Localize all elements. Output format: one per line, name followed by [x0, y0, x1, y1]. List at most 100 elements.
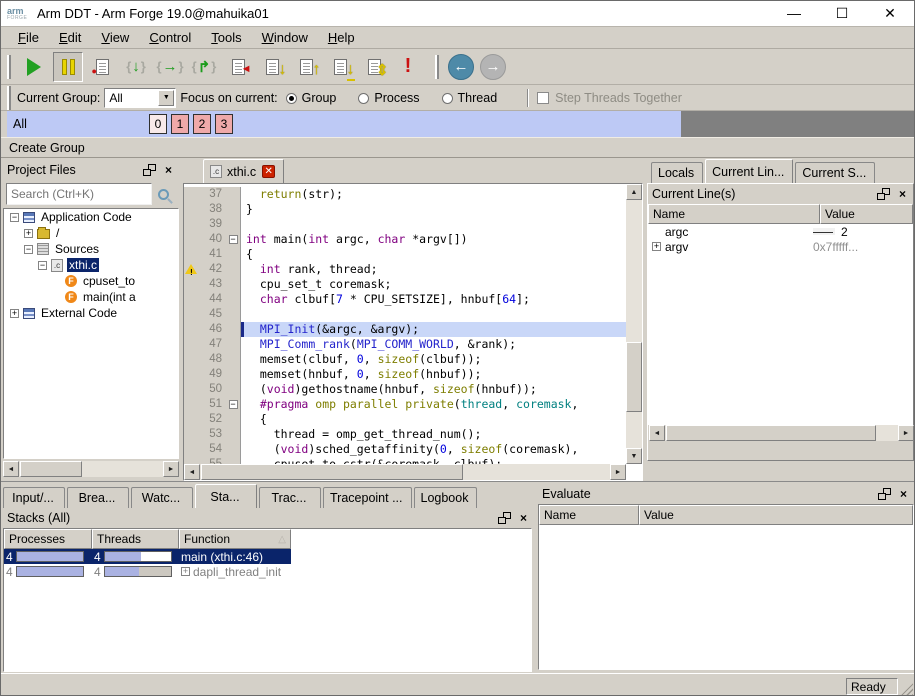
- menu-tools[interactable]: Tools: [202, 28, 250, 47]
- step-over-button[interactable]: {→}: [155, 52, 185, 82]
- close-panel-icon[interactable]: ×: [896, 188, 909, 201]
- back-button[interactable]: ←: [448, 54, 474, 80]
- menu-edit[interactable]: Edit: [50, 28, 90, 47]
- scrollbar-thumb[interactable]: [201, 464, 463, 480]
- tree-item-main-int-a[interactable]: Fmain(int a: [4, 289, 178, 305]
- evaluate-table[interactable]: NameValue: [538, 504, 914, 670]
- column-header-function[interactable]: Function△: [179, 529, 291, 549]
- scroll-left-icon[interactable]: ◄: [184, 464, 200, 480]
- tab-trac-[interactable]: Trac...: [259, 487, 321, 508]
- close-button[interactable]: ✕: [880, 5, 900, 22]
- process-box-1[interactable]: 1: [171, 114, 189, 134]
- collapse-icon[interactable]: −: [24, 245, 33, 254]
- float-panel-icon[interactable]: [143, 164, 156, 176]
- editor-hscrollbar[interactable]: ◄ ►: [184, 464, 626, 480]
- scroll-right-icon[interactable]: ►: [163, 461, 179, 477]
- tab-input-[interactable]: Input/...: [3, 487, 65, 508]
- code-line-40[interactable]: 40−int main(int argc, char *argv[]): [184, 232, 626, 247]
- tab-current-s-[interactable]: Current S...: [795, 162, 875, 183]
- scroll-up-icon[interactable]: ▲: [626, 184, 642, 200]
- fold-collapse-icon[interactable]: −: [229, 400, 238, 409]
- search-icon[interactable]: [158, 189, 169, 200]
- group-all-row[interactable]: All 0123: [7, 111, 681, 137]
- run-to-line-button[interactable]: ◄: [223, 52, 253, 82]
- float-panel-icon[interactable]: [877, 188, 890, 200]
- tree-item--[interactable]: +/: [4, 225, 178, 241]
- tab-watc-[interactable]: Watc...: [131, 487, 193, 508]
- close-panel-icon[interactable]: ×: [897, 488, 910, 501]
- tab-xthi-c[interactable]: .c xthi.c ✕: [203, 159, 284, 183]
- menu-view[interactable]: View: [92, 28, 138, 47]
- menu-window[interactable]: Window: [253, 28, 317, 47]
- scrollbar-thumb[interactable]: [20, 461, 82, 477]
- radio-thread[interactable]: Thread: [442, 91, 498, 105]
- expand-icon[interactable]: +: [10, 309, 19, 318]
- tab-locals[interactable]: Locals: [651, 162, 703, 183]
- code-line-48[interactable]: 48 memset(clbuf, 0, sizeof(clbuf));: [184, 352, 626, 367]
- scroll-right-icon[interactable]: ►: [610, 464, 626, 480]
- code-line-52[interactable]: 52 {: [184, 412, 626, 427]
- add-breakpoint-button[interactable]: ●: [87, 52, 117, 82]
- stop-button[interactable]: !: [393, 52, 423, 82]
- code-line-41[interactable]: 41{: [184, 247, 626, 262]
- editor-vscrollbar[interactable]: ▲ ▼: [626, 184, 642, 464]
- expand-icon[interactable]: +: [652, 242, 661, 251]
- code-line-44[interactable]: 44 char clbuf[7 * CPU_SETSIZE], hnbuf[64…: [184, 292, 626, 307]
- collapse-icon[interactable]: −: [38, 261, 47, 270]
- code-line-38[interactable]: 38}: [184, 202, 626, 217]
- tree-item-xthi-c[interactable]: −.cxthi.c: [4, 257, 178, 273]
- code-line-47[interactable]: 47 MPI_Comm_rank(MPI_COMM_WORLD, &rank);: [184, 337, 626, 352]
- step-out-button[interactable]: {↱}: [189, 52, 219, 82]
- expand-icon[interactable]: +: [181, 567, 190, 576]
- menu-help[interactable]: Help: [319, 28, 364, 47]
- scroll-right-icon[interactable]: ►: [898, 425, 914, 441]
- pause-button[interactable]: [53, 52, 83, 82]
- scroll-left-icon[interactable]: ◄: [649, 425, 665, 441]
- toolbar-handle[interactable]: [435, 55, 439, 79]
- align-stacks-button[interactable]: ⇕: [359, 52, 389, 82]
- column-header-threads[interactable]: Threads: [92, 529, 179, 549]
- tab-sta-[interactable]: Sta...: [195, 484, 257, 508]
- up-stack-button[interactable]: ↑: [291, 52, 321, 82]
- scroll-left-icon[interactable]: ◄: [3, 461, 19, 477]
- tab-tracepoint-[interactable]: Tracepoint ...: [323, 487, 412, 508]
- column-header-processes[interactable]: Processes: [4, 529, 92, 549]
- code-area[interactable]: 37 return(str);38}3940−int main(int argc…: [183, 183, 643, 481]
- tree-item-application-code[interactable]: −Application Code: [4, 209, 178, 225]
- tree-item-cpuset-to[interactable]: Fcpuset_to: [4, 273, 178, 289]
- code-line-49[interactable]: 49 memset(hnbuf, 0, sizeof(hnbuf));: [184, 367, 626, 382]
- tree-item-external-code[interactable]: +External Code: [4, 305, 178, 321]
- step-threads-together-checkbox[interactable]: [537, 92, 549, 104]
- collapse-icon[interactable]: −: [10, 213, 19, 222]
- process-box-0[interactable]: 0: [149, 114, 167, 134]
- tab-logbook[interactable]: Logbook: [414, 487, 478, 508]
- radio-group[interactable]: Group: [286, 91, 337, 105]
- expand-icon[interactable]: +: [24, 229, 33, 238]
- project-files-hscrollbar[interactable]: ◄ ►: [3, 461, 179, 477]
- fold-collapse-icon[interactable]: −: [229, 235, 238, 244]
- column-header-value[interactable]: Value: [639, 505, 913, 525]
- chevron-down-icon[interactable]: ▼: [158, 90, 174, 106]
- maximize-button[interactable]: ☐: [832, 5, 852, 22]
- variables-hscrollbar[interactable]: ◄ ►: [649, 425, 914, 441]
- menu-control[interactable]: Control: [140, 28, 200, 47]
- float-panel-icon[interactable]: [498, 512, 511, 524]
- scroll-down-icon[interactable]: ▼: [626, 448, 642, 464]
- create-group-button[interactable]: Create Group: [1, 137, 914, 158]
- search-input[interactable]: [6, 183, 152, 205]
- code-line-50[interactable]: 50 (void)gethostname(hnbuf, sizeof(hnbuf…: [184, 382, 626, 397]
- code-line-45[interactable]: 45: [184, 307, 626, 322]
- scrollbar-thumb[interactable]: [626, 342, 642, 412]
- code-line-53[interactable]: 53 thread = omp_get_thread_num();: [184, 427, 626, 442]
- step-into-button[interactable]: {↓}: [121, 52, 151, 82]
- float-panel-icon[interactable]: [878, 488, 891, 500]
- column-header-value[interactable]: Value: [820, 204, 913, 224]
- bottom-stack-button[interactable]: ↓: [325, 52, 355, 82]
- close-panel-icon[interactable]: ×: [517, 512, 530, 525]
- process-box-2[interactable]: 2: [193, 114, 211, 134]
- play-button[interactable]: [19, 52, 49, 82]
- toolbar-handle[interactable]: [7, 55, 11, 79]
- tab-brea-[interactable]: Brea...: [67, 487, 129, 508]
- stack-row[interactable]: 44+dapli_thread_init: [4, 564, 531, 579]
- code-line-37[interactable]: 37 return(str);: [184, 187, 626, 202]
